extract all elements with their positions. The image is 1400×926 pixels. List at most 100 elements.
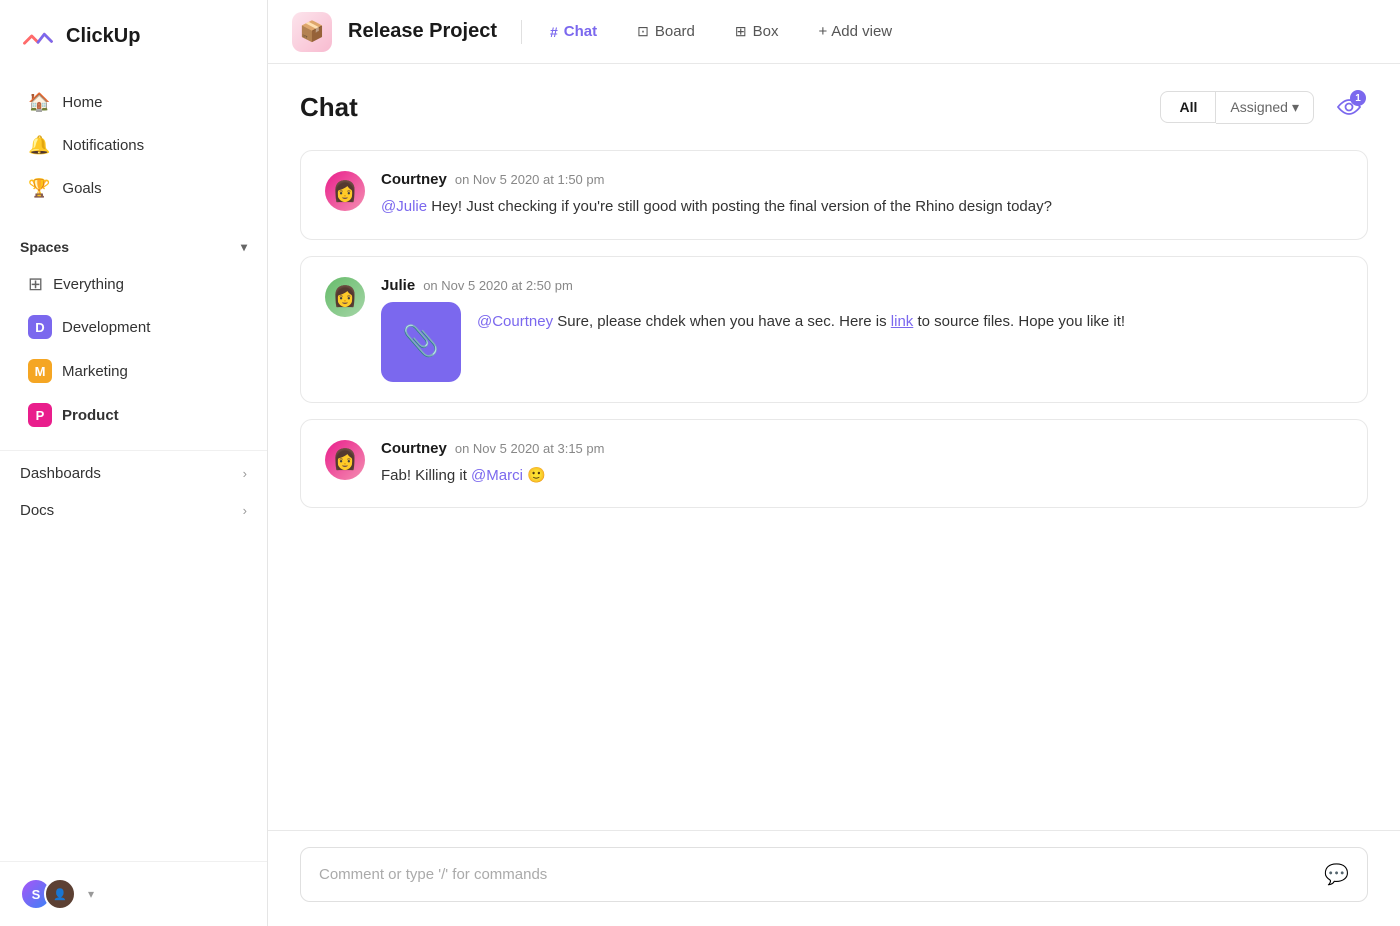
tab-box-label: Box — [753, 23, 779, 40]
sidebar-item-home[interactable]: 🏠 Home — [8, 82, 259, 123]
comment-bubble-icon: 💬 — [1324, 862, 1349, 887]
sidebar: ClickUp 🏠 Home 🔔 Notifications 🏆 Goals S… — [0, 0, 268, 926]
bell-icon: 🔔 — [28, 135, 50, 156]
sidebar-item-dashboards[interactable]: Dashboards › — [0, 455, 267, 492]
mention-julie[interactable]: @Julie — [381, 198, 427, 215]
sidebar-item-development[interactable]: D Development — [8, 306, 259, 348]
marketing-badge: M — [28, 359, 52, 383]
courtney-avatar-1: 👩 — [325, 171, 365, 211]
filter-bar: All Assigned ▾ — [1160, 91, 1314, 124]
attachment-icon: 📎 — [381, 302, 461, 382]
tab-board-label: Board — [655, 23, 695, 40]
spaces-section: Spaces ▾ ⊞ Everything D Development M Ma… — [0, 219, 267, 442]
sidebar-extra-sections: Dashboards › Docs › — [0, 450, 267, 533]
message-2: 👩 Julie on Nov 5 2020 at 2:50 pm 📎 @Cour… — [300, 256, 1368, 403]
filter-assigned-label: Assigned — [1230, 99, 1288, 115]
tab-divider — [521, 20, 522, 44]
message-1-time: on Nov 5 2020 at 1:50 pm — [455, 172, 605, 187]
sidebar-dashboards-label: Dashboards — [20, 465, 101, 482]
sidebar-item-product[interactable]: P Product — [8, 394, 259, 436]
filter-assigned-button[interactable]: Assigned ▾ — [1216, 91, 1314, 124]
avatar-chevron-icon[interactable]: ▾ — [88, 887, 94, 901]
box-icon: ⊞ — [735, 23, 747, 40]
logo-text: ClickUp — [66, 25, 140, 48]
message-3-text: Fab! Killing it @Marci 🙂 — [381, 465, 1343, 488]
mention-marci[interactable]: @Marci — [471, 467, 523, 484]
tab-box[interactable]: ⊞ Box — [723, 17, 791, 46]
comment-input-area[interactable]: Comment or type '/' for commands 💬 — [300, 847, 1368, 902]
mention-courtney[interactable]: @Courtney — [477, 313, 553, 330]
watch-count-badge: 1 — [1350, 90, 1366, 106]
sidebar-item-marketing[interactable]: M Marketing — [8, 350, 259, 392]
message-3-prefix: Fab! Killing it — [381, 467, 471, 484]
chat-header: Chat All Assigned ▾ 1 — [268, 64, 1400, 142]
sidebar-item-goals-label: Goals — [62, 180, 101, 197]
message-1-author: Courtney — [381, 171, 447, 188]
sidebar-bottom: S 👤 ▾ — [0, 861, 267, 926]
sidebar-item-marketing-label: Marketing — [62, 363, 128, 380]
add-view-label: Add view — [831, 23, 892, 40]
message-2-body2: to source files. Hope you like it! — [917, 313, 1125, 330]
sidebar-nav: 🏠 Home 🔔 Notifications 🏆 Goals — [0, 72, 267, 219]
grid-icon: ⊞ — [28, 274, 43, 295]
message-3-time: on Nov 5 2020 at 3:15 pm — [455, 441, 605, 456]
main-content: 📦 Release Project # Chat ⊡ Board ⊞ Box +… — [268, 0, 1400, 926]
board-icon: ⊡ — [637, 23, 649, 40]
sidebar-docs-label: Docs — [20, 502, 54, 519]
comment-bar: Comment or type '/' for commands 💬 — [268, 830, 1400, 926]
sidebar-item-notifications[interactable]: 🔔 Notifications — [8, 125, 259, 166]
message-1-text: @Julie Hey! Just checking if you're stil… — [381, 196, 1343, 219]
product-badge: P — [28, 403, 52, 427]
julie-avatar: 👩 — [325, 277, 365, 317]
chevron-right-icon: › — [243, 466, 247, 481]
project-title: Release Project — [348, 20, 497, 43]
sidebar-item-notifications-label: Notifications — [62, 137, 144, 154]
tab-chat[interactable]: # Chat — [538, 17, 609, 46]
avatar-b: 👤 — [44, 878, 76, 910]
spaces-header[interactable]: Spaces ▾ — [0, 231, 267, 263]
home-icon: 🏠 — [28, 92, 50, 113]
plus-icon: + — [818, 23, 827, 40]
topbar: 📦 Release Project # Chat ⊡ Board ⊞ Box +… — [268, 0, 1400, 64]
user-avatars: S 👤 — [20, 878, 76, 910]
watch-button[interactable]: 1 — [1330, 88, 1368, 126]
dropdown-chevron-icon: ▾ — [1292, 99, 1299, 116]
sidebar-item-everything[interactable]: ⊞ Everything — [8, 265, 259, 304]
hash-icon: # — [550, 24, 558, 40]
chat-title: Chat — [300, 92, 358, 123]
project-icon: 📦 — [292, 12, 332, 52]
message-3-header: Courtney on Nov 5 2020 at 3:15 pm — [381, 440, 1343, 457]
message-2-text: @Courtney Sure, please chdek when you ha… — [477, 302, 1125, 334]
chevron-right-icon-docs: › — [243, 503, 247, 518]
sidebar-item-development-label: Development — [62, 319, 150, 336]
logo[interactable]: ClickUp — [0, 0, 267, 72]
message-1: 👩 Courtney on Nov 5 2020 at 1:50 pm @Jul… — [300, 150, 1368, 240]
sidebar-item-docs[interactable]: Docs › — [0, 492, 267, 529]
tab-chat-label: Chat — [564, 23, 597, 40]
message-2-author: Julie — [381, 277, 415, 294]
message-3-content: Courtney on Nov 5 2020 at 3:15 pm Fab! K… — [381, 440, 1343, 488]
comment-placeholder: Comment or type '/' for commands — [319, 866, 547, 883]
add-view-button[interactable]: + Add view — [806, 17, 904, 46]
message-3: 👩 Courtney on Nov 5 2020 at 3:15 pm Fab!… — [300, 419, 1368, 509]
sidebar-item-product-label: Product — [62, 407, 119, 424]
message-2-body: Sure, please chdek when you have a sec. … — [557, 313, 891, 330]
trophy-icon: 🏆 — [28, 178, 50, 199]
sidebar-item-goals[interactable]: 🏆 Goals — [8, 168, 259, 209]
message-2-attachment-block: 📎 @Courtney Sure, please chdek when you … — [381, 302, 1343, 382]
message-2-header: Julie on Nov 5 2020 at 2:50 pm — [381, 277, 1343, 294]
courtney-avatar-2: 👩 — [325, 440, 365, 480]
message-2-content: Julie on Nov 5 2020 at 2:50 pm 📎 @Courtn… — [381, 277, 1343, 382]
message-1-header: Courtney on Nov 5 2020 at 1:50 pm — [381, 171, 1343, 188]
development-badge: D — [28, 315, 52, 339]
source-link[interactable]: link — [891, 313, 914, 330]
message-3-suffix: 🙂 — [527, 467, 546, 484]
messages-list: 👩 Courtney on Nov 5 2020 at 1:50 pm @Jul… — [268, 142, 1400, 830]
filter-all-button[interactable]: All — [1160, 91, 1216, 123]
message-1-body: Hey! Just checking if you're still good … — [431, 198, 1052, 215]
chevron-down-icon: ▾ — [241, 240, 247, 254]
content-area: Chat All Assigned ▾ 1 — [268, 64, 1400, 926]
message-1-content: Courtney on Nov 5 2020 at 1:50 pm @Julie… — [381, 171, 1343, 219]
spaces-label: Spaces — [20, 239, 69, 255]
tab-board[interactable]: ⊡ Board — [625, 17, 707, 46]
